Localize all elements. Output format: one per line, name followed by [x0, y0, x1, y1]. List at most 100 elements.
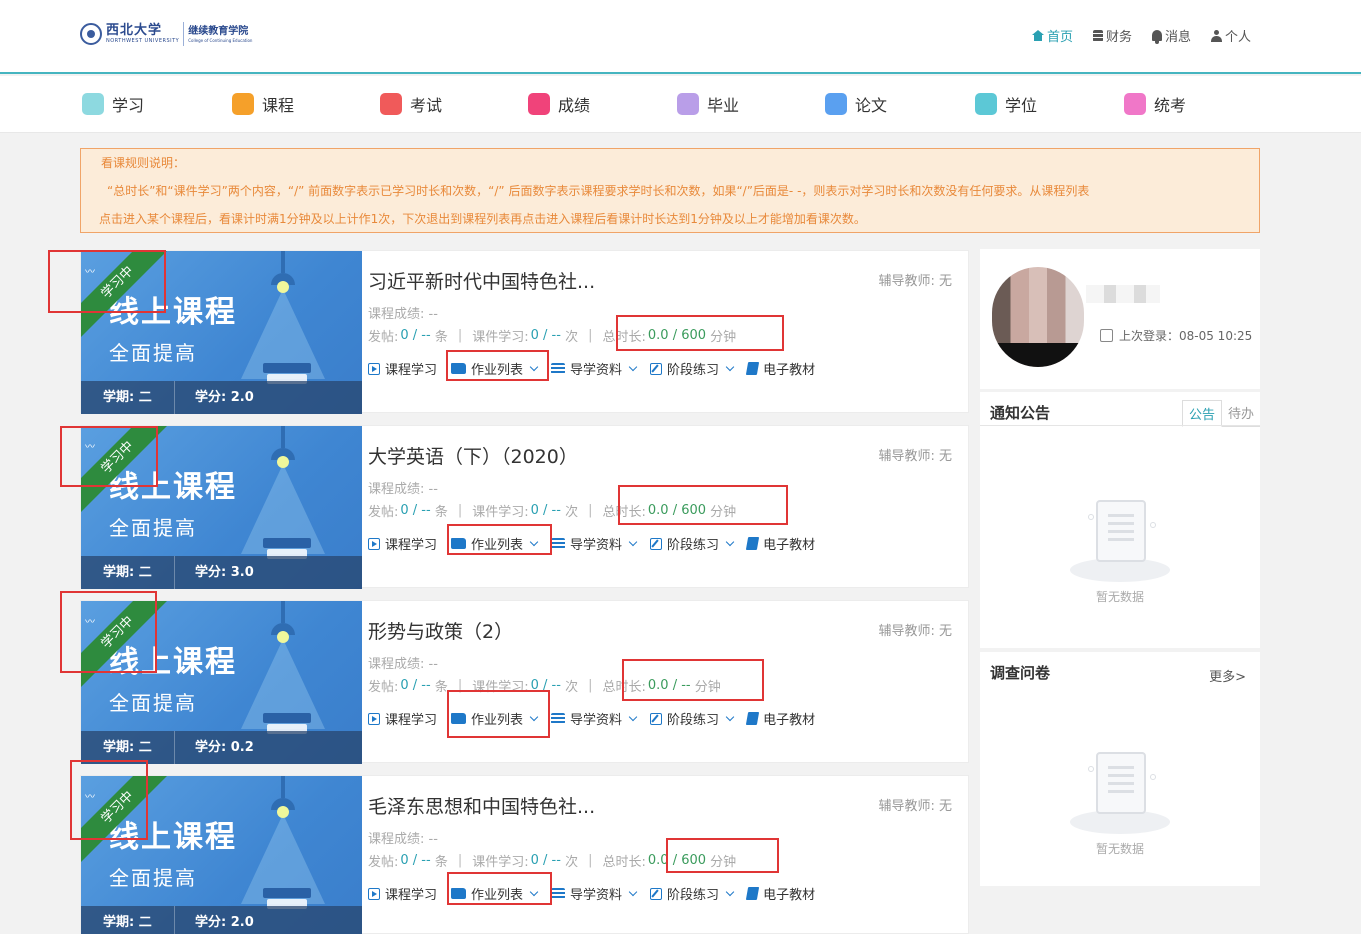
- course-title[interactable]: 形势与政策（2）: [368, 617, 513, 644]
- homework-list-dropdown[interactable]: 作业列表: [451, 534, 539, 553]
- duration-label: 总时长:: [602, 505, 646, 520]
- exam-icon: [380, 93, 402, 115]
- stage-practice-dropdown[interactable]: 阶段练习: [650, 709, 735, 728]
- homework-list-label: 作业列表: [471, 363, 524, 378]
- stat-divider: |: [588, 503, 593, 518]
- guide-materials-dropdown[interactable]: 导学资料: [551, 534, 638, 553]
- main-nav-study[interactable]: 学习: [82, 92, 144, 116]
- courseware-unit: 次: [565, 330, 579, 345]
- posts-unit: 条: [434, 330, 448, 345]
- list-icon: [551, 538, 566, 549]
- logo-college-en: College of Continuing Education: [188, 37, 253, 43]
- top-header: 西北大学 NORTHWEST UNIVERSITY 继续教育学院 College…: [0, 0, 1361, 74]
- main-nav-degree[interactable]: 学位: [975, 92, 1037, 116]
- wave-icon: 〰: [85, 442, 95, 453]
- lamp-cord: [281, 776, 285, 798]
- main-nav-exam-label: 考试: [410, 96, 443, 115]
- course-title[interactable]: 大学英语（下）（2020）: [368, 442, 578, 469]
- course-title[interactable]: 习近平新时代中国特色社...: [368, 267, 595, 294]
- top-nav-personal[interactable]: 个人: [1210, 26, 1251, 45]
- course-study-button[interactable]: 课程学习: [368, 359, 437, 378]
- university-logo[interactable]: 西北大学 NORTHWEST UNIVERSITY 继续教育学院 College…: [80, 22, 252, 46]
- tab-todo[interactable]: 待办: [1221, 400, 1260, 427]
- e-textbook-button[interactable]: 电子教材: [745, 534, 815, 553]
- calendar-icon: [1100, 329, 1113, 342]
- banner-headline: 线上课程: [109, 295, 237, 330]
- stat-divider: |: [588, 328, 593, 343]
- e-textbook-button[interactable]: 电子教材: [745, 709, 815, 728]
- stage-practice-label: 阶段练习: [667, 538, 720, 553]
- courseware-unit: 次: [565, 680, 579, 695]
- edit-icon: [650, 712, 663, 725]
- book-icon: [745, 712, 760, 725]
- homework-list-dropdown[interactable]: 作业列表: [451, 709, 539, 728]
- logo-university-en: NORTHWEST UNIVERSITY: [106, 38, 180, 44]
- bulb: [277, 456, 289, 468]
- main-nav-course[interactable]: 课程: [232, 92, 294, 116]
- course-title[interactable]: 毛泽东思想和中国特色社...: [368, 792, 595, 819]
- guide-materials-dropdown[interactable]: 导学资料: [551, 709, 638, 728]
- notice-title: 通知公告: [990, 404, 1051, 422]
- duration-label: 总时长:: [602, 330, 646, 345]
- rules-title: 看课规则说明：: [101, 156, 186, 170]
- course-credit: 学分: 2.0: [195, 915, 254, 930]
- edit-icon: [650, 362, 663, 375]
- top-nav-home[interactable]: 首页: [1031, 26, 1073, 45]
- posts-value: 0 / --: [400, 678, 431, 693]
- main-nav-graduation[interactable]: 毕业: [677, 92, 739, 116]
- survey-more-link[interactable]: 更多>: [1209, 666, 1246, 685]
- stage-practice-dropdown[interactable]: 阶段练习: [650, 884, 735, 903]
- top-nav-messages-label: 消息: [1164, 30, 1191, 45]
- guide-materials-label: 导学资料: [570, 888, 623, 903]
- avatar[interactable]: [992, 267, 1084, 367]
- stage-practice-dropdown[interactable]: 阶段练习: [650, 534, 735, 553]
- homework-list-label: 作业列表: [471, 713, 524, 728]
- edit-icon: [650, 887, 663, 900]
- course-banner[interactable]: 〰 线上课程 全面提高 学习中 学期: 二 学分: 2.0: [81, 776, 362, 934]
- course-study-label: 课程学习: [385, 713, 438, 728]
- e-textbook-button[interactable]: 电子教材: [745, 359, 815, 378]
- e-textbook-button[interactable]: 电子教材: [745, 884, 816, 903]
- course-term: 学期: 二: [81, 906, 175, 934]
- document-icon: [825, 93, 847, 115]
- main-nav-score[interactable]: 成绩: [528, 92, 590, 116]
- course-stats: 发帖: 0 / -- 条 | 课件学习: 0 / -- 次 | 总时长: 0.0 / …: [368, 501, 736, 520]
- tab-announcements[interactable]: 公告: [1181, 400, 1222, 427]
- course-study-label: 课程学习: [385, 538, 438, 553]
- banner-subline: 全面提高: [109, 691, 197, 715]
- folder-icon: [1124, 93, 1146, 115]
- user-name-redacted: [1086, 285, 1160, 303]
- top-nav-messages[interactable]: 消息: [1151, 26, 1191, 45]
- course-score: 课程成绩: --: [368, 832, 438, 847]
- course-study-button[interactable]: 课程学习: [368, 709, 437, 728]
- stat-divider: |: [457, 678, 463, 693]
- lamp-cord: [281, 251, 285, 273]
- top-nav-finance[interactable]: 财务: [1092, 26, 1132, 45]
- guide-materials-dropdown[interactable]: 导学资料: [551, 884, 638, 903]
- profile-card: 上次登录：08-05 10:25: [980, 249, 1260, 389]
- main-nav-exam[interactable]: 考试: [380, 92, 442, 116]
- banner-subline: 全面提高: [109, 866, 197, 890]
- course-study-button[interactable]: 课程学习: [368, 534, 437, 553]
- course-info: 习近平新时代中国特色社... 辅导教师: 无 课程成绩: -- 发帖: 0 / -…: [368, 251, 968, 414]
- courseware-value: 0 / --: [530, 678, 561, 693]
- course-actions: 课程学习 作业列表 导学资料 阶段练习 电子教材: [368, 359, 815, 378]
- course-card: 〰 线上课程 全面提高 学习中 学期: 二 学分: 2.0 习近平新时代中国特色…: [80, 250, 969, 414]
- guide-materials-dropdown[interactable]: 导学资料: [551, 359, 638, 378]
- homework-list-dropdown[interactable]: 作业列表: [451, 884, 539, 903]
- e-textbook-label: 电子教材: [763, 888, 816, 903]
- course-banner[interactable]: 〰 线上课程 全面提高 学习中 学期: 二 学分: 2.0: [81, 251, 362, 414]
- cap-icon: [975, 93, 997, 115]
- course-banner[interactable]: 〰 线上课程 全面提高 学习中 学期: 二 学分: 3.0: [81, 426, 362, 589]
- stage-practice-dropdown[interactable]: 阶段练习: [650, 359, 735, 378]
- stage-practice-label: 阶段练习: [667, 888, 720, 903]
- main-nav-unified-exam[interactable]: 统考: [1124, 92, 1186, 116]
- course-study-button[interactable]: 课程学习: [368, 884, 437, 903]
- logo-university-cn: 西北大学: [106, 23, 163, 38]
- course-banner[interactable]: 〰 线上课程 全面提高 学习中 学期: 二 学分: 0.2: [81, 601, 362, 764]
- homework-list-dropdown[interactable]: 作业列表: [451, 359, 539, 378]
- lamp-cord: [281, 426, 285, 448]
- logo-college-cn: 继续教育学院: [188, 25, 249, 37]
- courseware-value: 0 / --: [530, 328, 561, 343]
- main-nav-thesis[interactable]: 论文: [825, 92, 887, 116]
